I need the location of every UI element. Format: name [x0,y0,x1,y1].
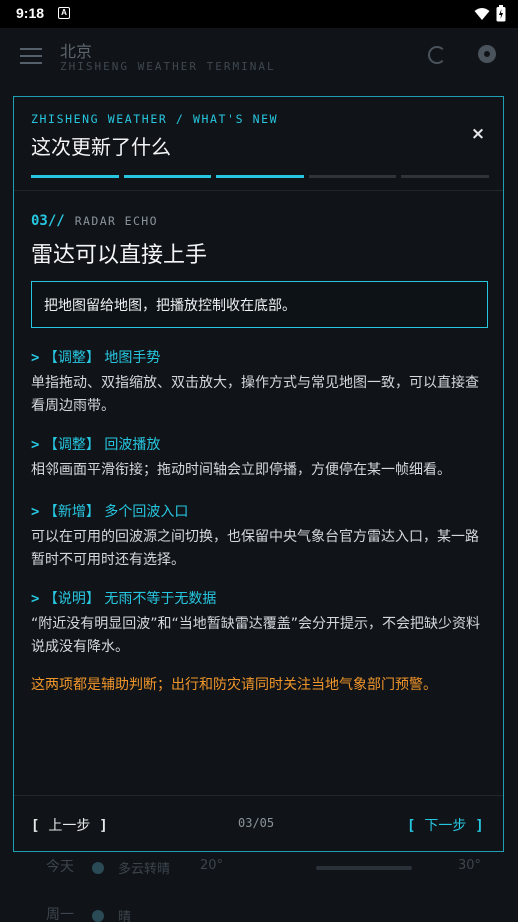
progress-segment [123,175,212,178]
change-item-title: > 【说明】 无雨不等于无数据 [31,591,217,607]
app-header: 北京 ZHISHENG WEATHER TERMINAL [0,28,518,86]
forecast-low: 20° [200,858,224,873]
status-icons [474,5,506,22]
progress-segment [308,175,397,178]
previous-step-button[interactable]: [ 上一步 ] [31,815,108,835]
progress-segment [216,175,304,178]
chevron-right-icon: > [31,437,40,453]
step-label: 03// RADAR ECHO [31,210,158,229]
change-item: > 【调整】 地图手势 单指拖动、双指缩放、双击放大，操作方式与常见地图一致，可… [31,347,489,418]
forecast-row: 今天 多云转晴 20° 30° [0,856,518,896]
close-button[interactable]: × [469,125,487,143]
step-number: 03// [31,213,65,229]
progress-segment [401,175,489,178]
change-item-body: 单指拖动、双指缩放、双击放大，操作方式与常见地图一致，可以直接查看周边雨带。 [31,375,479,414]
temp-range-bar [316,866,412,870]
chevron-right-icon: > [31,504,40,520]
change-item-title: > 【新增】 多个回波入口 [31,504,189,520]
forecast-day: 周一 [46,907,74,922]
gear-icon [478,45,496,63]
weather-icon [92,862,104,874]
next-step-label: 下一步 [424,818,467,834]
forecast-day: 今天 [46,859,74,875]
change-item: > 【调整】 回波播放 相邻画面平滑衔接；拖动时间轴会立即停播，方便停在某一帧细… [31,434,489,482]
wifi-icon [474,7,490,20]
change-item: > 【新增】 多个回波入口 可以在可用的回波源之间切换，也保留中央气象台官方雷达… [31,501,489,572]
step-progress [31,175,489,178]
callout-text: 把地图留给地图，把播放控制收在底部。 [44,298,296,314]
previous-step-label: 上一步 [48,818,91,834]
footer-divider [14,795,503,796]
app-subtitle: ZHISHENG WEATHER TERMINAL [60,60,276,73]
dialog-kicker: ZHISHENG WEATHER / WHAT'S NEW [31,112,279,126]
refresh-icon [428,46,446,64]
page-indicator: 03/05 [238,816,275,830]
city-name: 北京 [60,42,93,61]
status-time: 9:18 [16,5,45,21]
step-heading: 雷达可以直接上手 [31,243,208,268]
dialog-title: 这次更新了什么 [31,135,171,159]
change-item-body: 可以在可用的回波源之间切换，也保留中央气象台官方雷达入口，某一路暂时不可用时还有… [31,529,479,568]
chevron-right-icon: > [31,591,40,607]
header-divider [14,190,503,191]
next-step-button[interactable]: [ 下一步 ] [407,815,484,835]
change-item-body: “附近没有明显回波”和“当地暂缺雷达覆盖”会分开提示，不会把缺少资料说成没有降水… [31,616,481,655]
chevron-right-icon: > [31,350,40,366]
status-bar: 9:18 A [0,0,518,28]
step-tag: RADAR ECHO [74,214,158,228]
forecast-high: 30° [458,858,482,873]
change-item-title: > 【调整】 地图手势 [31,350,161,366]
forecast-weather: 多云转晴 [118,862,171,877]
notification-icon: A [58,7,70,19]
forecast-row: 周一 晴 [0,904,518,922]
progress-segment [31,175,119,178]
advisory-note: 这两项都是辅助判断；出行和防灾请同时关注当地气象部门预警。 [31,677,437,693]
change-item-title: > 【调整】 回波播放 [31,437,161,453]
forecast-weather: 晴 [118,910,132,922]
change-item-body: 相邻画面平滑衔接；拖动时间轴会立即停播，方便停在某一帧细看。 [31,462,451,478]
weather-icon [92,910,104,922]
battery-icon [496,5,506,22]
close-icon: × [470,124,486,144]
menu-icon [20,48,42,64]
whats-new-dialog: ZHISHENG WEATHER / WHAT'S NEW 这次更新了什么 × … [13,96,504,852]
callout-box: 把地图留给地图，把播放控制收在底部。 [31,281,488,328]
change-item: > 【说明】 无雨不等于无数据 “附近没有明显回波”和“当地暂缺雷达覆盖”会分开… [31,588,489,659]
